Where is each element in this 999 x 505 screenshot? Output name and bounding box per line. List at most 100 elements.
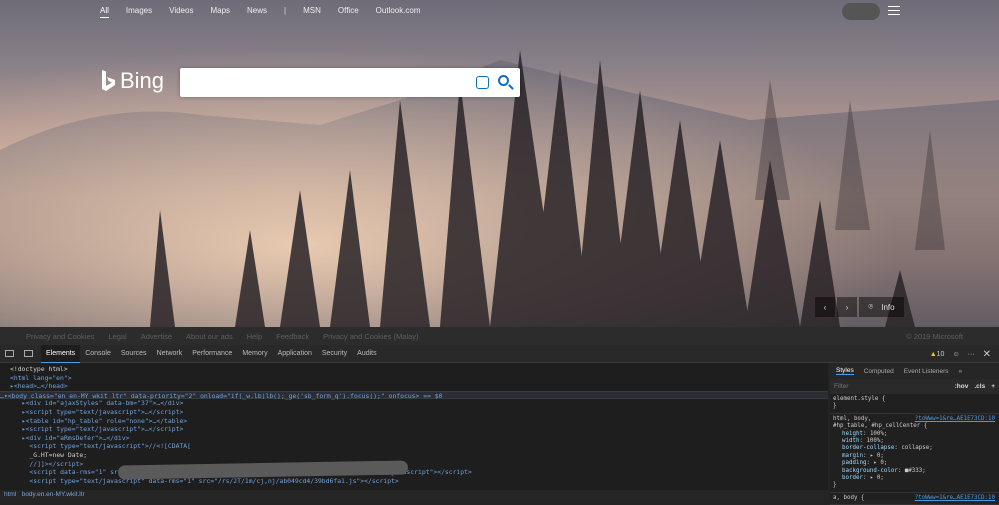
nav-images[interactable]: Images bbox=[126, 6, 152, 18]
rule-selector: element.style { bbox=[833, 396, 886, 402]
tab-performance[interactable]: Performance bbox=[187, 345, 237, 363]
tab-styles[interactable]: Styles bbox=[836, 367, 854, 375]
bing-logo[interactable]: Bing bbox=[100, 68, 164, 94]
rule-close: } bbox=[833, 482, 837, 489]
nav-separator: | bbox=[284, 6, 287, 15]
styles-filter-input[interactable]: Filter bbox=[834, 383, 848, 390]
styles-pane: Styles Computed Event Listeners » Filter… bbox=[830, 363, 999, 505]
property-name[interactable]: width bbox=[842, 438, 859, 444]
forest-fog-image bbox=[0, 0, 999, 327]
dom-node[interactable]: <script type="text/javascript">//<![CDAT… bbox=[0, 442, 828, 451]
feedback-smiley-icon[interactable]: ☺ bbox=[952, 351, 959, 358]
info-button[interactable]: ⌾ Info bbox=[859, 297, 904, 317]
top-nav: All Images Videos Maps News | MSN Office… bbox=[100, 6, 438, 18]
tab-elements[interactable]: Elements bbox=[41, 344, 81, 363]
dom-node[interactable]: <!doctype html> bbox=[0, 365, 828, 374]
property-name[interactable]: margin bbox=[842, 453, 863, 459]
footer-legal[interactable]: Legal bbox=[108, 332, 126, 341]
nav-msn[interactable]: MSN bbox=[303, 6, 321, 18]
tab-application[interactable]: Application bbox=[273, 345, 317, 363]
footer-help[interactable]: Help bbox=[247, 332, 262, 341]
nav-videos[interactable]: Videos bbox=[169, 6, 193, 18]
property-value[interactable]: ▸ 0; bbox=[870, 475, 884, 481]
hover-state-toggle[interactable]: :hov bbox=[955, 383, 969, 390]
rule-source-link[interactable]: ?toWww=1&re…AE1E73CD:10 bbox=[915, 495, 995, 502]
property-name[interactable]: background-color bbox=[842, 468, 898, 474]
property-value[interactable]: ■#333; bbox=[905, 468, 926, 474]
css-rule[interactable]: ?toWww=1&re…AE1E73CD:10 a, body { bbox=[830, 493, 999, 505]
dom-node[interactable]: _G.HT=new Date; bbox=[0, 451, 828, 460]
rule-selector: #hp_table, #hp_cellCenter { bbox=[833, 423, 928, 430]
next-image-button[interactable]: › bbox=[837, 297, 857, 317]
device-emulation-icon[interactable] bbox=[24, 350, 33, 357]
property-value[interactable]: ▸ 0; bbox=[873, 460, 887, 466]
breadcrumb-body[interactable]: body.en.en-MY.wkit.ltr bbox=[22, 491, 85, 498]
footer-privacy[interactable]: Privacy and Cookies bbox=[26, 332, 94, 341]
devtools-tabbar: Elements Console Sources Network Perform… bbox=[0, 344, 999, 363]
footer: Privacy and Cookies Legal Advertise Abou… bbox=[0, 327, 999, 345]
more-tabs-icon[interactable]: » bbox=[959, 368, 963, 375]
search-input[interactable] bbox=[180, 68, 460, 97]
property-name[interactable]: border-collapse bbox=[842, 445, 894, 451]
element-style-rule[interactable]: element.style { } bbox=[830, 394, 999, 414]
nav-office[interactable]: Office bbox=[338, 6, 359, 18]
dom-node[interactable]: <html lang="en"> bbox=[0, 374, 828, 383]
breadcrumb-html[interactable]: html bbox=[4, 491, 16, 498]
footer-privacy-malay[interactable]: Privacy and Cookies (Malay) bbox=[323, 332, 418, 341]
dom-node[interactable]: ▸<head>…</head> bbox=[0, 382, 828, 391]
warnings-badge[interactable]: ▲10 bbox=[930, 351, 945, 358]
inspect-element-icon[interactable] bbox=[5, 350, 14, 357]
hamburger-menu-icon[interactable] bbox=[888, 6, 900, 15]
footer-feedback[interactable]: Feedback bbox=[276, 332, 309, 341]
dom-node[interactable]: ▸<div id="ajaxStyles" data-bm="37">…</di… bbox=[0, 399, 828, 408]
tab-network[interactable]: Network bbox=[152, 345, 188, 363]
info-label: Info bbox=[881, 302, 895, 312]
css-property: padding: ▸ 0; bbox=[842, 460, 888, 467]
property-name[interactable]: border bbox=[842, 475, 863, 481]
tab-computed[interactable]: Computed bbox=[864, 368, 894, 375]
property-value[interactable]: collapse; bbox=[901, 445, 932, 451]
tab-security[interactable]: Security bbox=[317, 345, 352, 363]
dom-node[interactable]: ▸<div id="aRmsDefer">…</div> bbox=[0, 434, 828, 443]
property-value[interactable]: 100%; bbox=[870, 431, 887, 437]
dom-node[interactable]: ▸<table id="hp_table" role="none">…</tab… bbox=[0, 417, 828, 426]
search-icon[interactable] bbox=[498, 75, 509, 86]
dom-node[interactable]: ▸<script type="text/javascript">…</scrip… bbox=[0, 425, 828, 434]
property-name[interactable]: height bbox=[842, 431, 863, 437]
dom-node-selected[interactable]: …▾<body class="en en-MY wkit ltr" data-p… bbox=[0, 390, 828, 400]
property-value[interactable]: ▸ 0; bbox=[870, 453, 884, 459]
rule-close: } bbox=[833, 403, 837, 410]
property-value[interactable]: 100%; bbox=[866, 438, 883, 444]
class-toggle[interactable]: .cls bbox=[974, 383, 985, 390]
nav-news[interactable]: News bbox=[247, 6, 267, 18]
property-name[interactable]: padding bbox=[842, 460, 866, 466]
css-rule[interactable]: ?toWww=1&re…AE1E73CD:10 html, body, #hp_… bbox=[830, 414, 999, 493]
footer-about-ads[interactable]: About our ads bbox=[186, 332, 233, 341]
tab-memory[interactable]: Memory bbox=[237, 345, 272, 363]
new-rule-button[interactable]: + bbox=[991, 383, 995, 390]
footer-advertise[interactable]: Advertise bbox=[141, 332, 172, 341]
location-pin-icon: ⌾ bbox=[868, 302, 874, 311]
css-property: background-color: ■#333; bbox=[842, 467, 926, 474]
dom-node[interactable]: ▸<script type="text/javascript">…</scrip… bbox=[0, 408, 828, 417]
more-options-icon[interactable]: ··· bbox=[968, 351, 975, 358]
bing-b-icon bbox=[102, 70, 115, 91]
css-property: margin: ▸ 0; bbox=[842, 452, 884, 459]
tab-event-listeners[interactable]: Event Listeners bbox=[904, 368, 949, 375]
css-property: height: 100%; bbox=[842, 430, 888, 437]
rule-source-link[interactable]: ?toWww=1&re…AE1E73CD:10 bbox=[915, 416, 995, 423]
chevron-left-icon: ‹ bbox=[823, 302, 827, 312]
search-box bbox=[180, 68, 520, 97]
tab-sources[interactable]: Sources bbox=[116, 345, 152, 363]
prev-image-button[interactable]: ‹ bbox=[815, 297, 835, 317]
tab-console[interactable]: Console bbox=[80, 345, 116, 363]
background-image: All Images Videos Maps News | MSN Office… bbox=[0, 0, 999, 327]
tab-audits[interactable]: Audits bbox=[352, 345, 381, 363]
css-property: border-collapse: collapse; bbox=[842, 445, 933, 452]
nav-outlook[interactable]: Outlook.com bbox=[376, 6, 421, 18]
nav-maps[interactable]: Maps bbox=[210, 6, 230, 18]
nav-all[interactable]: All bbox=[100, 6, 109, 18]
visual-search-icon[interactable] bbox=[476, 76, 489, 89]
close-icon[interactable]: ✕ bbox=[983, 349, 991, 360]
account-avatar[interactable] bbox=[842, 3, 880, 20]
